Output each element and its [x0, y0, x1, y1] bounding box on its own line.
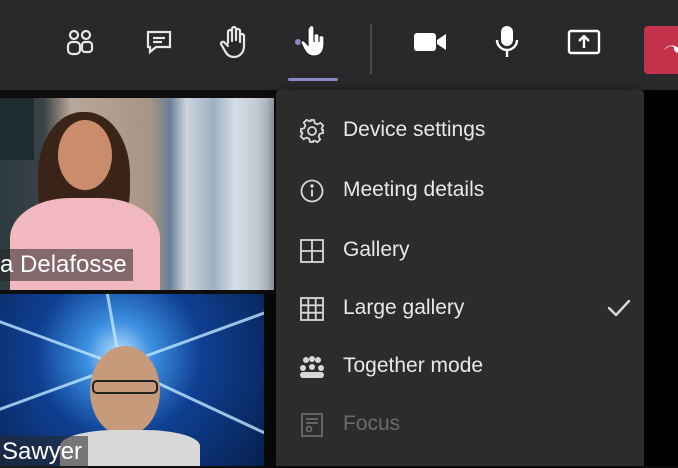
menu-item-focus[interactable]: Focus	[276, 397, 644, 453]
stage-background	[644, 90, 678, 466]
focus-icon	[298, 411, 326, 439]
grid-2x2-icon	[298, 237, 326, 265]
menu-item-label: Focus	[343, 412, 401, 435]
menu-item-meeting-details[interactable]: Meeting details	[276, 163, 644, 219]
menu-item-gallery[interactable]: Gallery	[276, 223, 644, 279]
menu-item-label: Large gallery	[343, 296, 465, 319]
camera-button[interactable]	[410, 22, 450, 62]
menu-item-label: Meeting details	[343, 178, 485, 201]
glasses	[92, 380, 158, 394]
menu-item-large-gallery[interactable]: Large gallery	[276, 281, 644, 337]
more-actions-menu: Device settings Meeting details Gallery	[276, 90, 644, 466]
mic-button[interactable]	[487, 22, 527, 62]
menu-item-together-mode[interactable]: Together mode	[276, 339, 644, 395]
gear-icon	[298, 117, 326, 145]
participants-icon	[63, 25, 97, 59]
window-blind	[0, 98, 34, 160]
share-icon	[566, 26, 602, 58]
toolbar-separator	[370, 24, 372, 74]
meeting-toolbar	[0, 0, 678, 90]
participant-name-label: Sawyer	[0, 436, 89, 468]
participant-name-label: a Delafosse	[0, 249, 133, 281]
checkmark-icon	[606, 297, 632, 324]
chat-icon	[143, 26, 175, 58]
hang-up-button[interactable]	[644, 26, 678, 74]
grid-3x3-icon	[298, 295, 326, 323]
raise-hand-icon	[218, 25, 250, 59]
more-actions-icon	[290, 22, 334, 62]
mic-icon	[493, 24, 521, 60]
more-actions-button[interactable]	[292, 22, 332, 62]
share-button[interactable]	[564, 22, 604, 62]
active-indicator	[288, 78, 338, 81]
menu-item-label: Device settings	[343, 118, 486, 141]
menu-item-label: Together mode	[343, 354, 484, 377]
raise-hand-button[interactable]	[214, 22, 254, 62]
menu-item-label: Gallery	[343, 238, 410, 261]
tile-divider	[264, 294, 276, 466]
together-mode-icon	[298, 353, 326, 381]
camera-icon	[412, 30, 448, 54]
chat-button[interactable]	[139, 22, 179, 62]
participants-button[interactable]	[60, 22, 100, 62]
menu-item-device-settings[interactable]: Device settings	[276, 103, 644, 159]
info-icon	[298, 177, 326, 205]
